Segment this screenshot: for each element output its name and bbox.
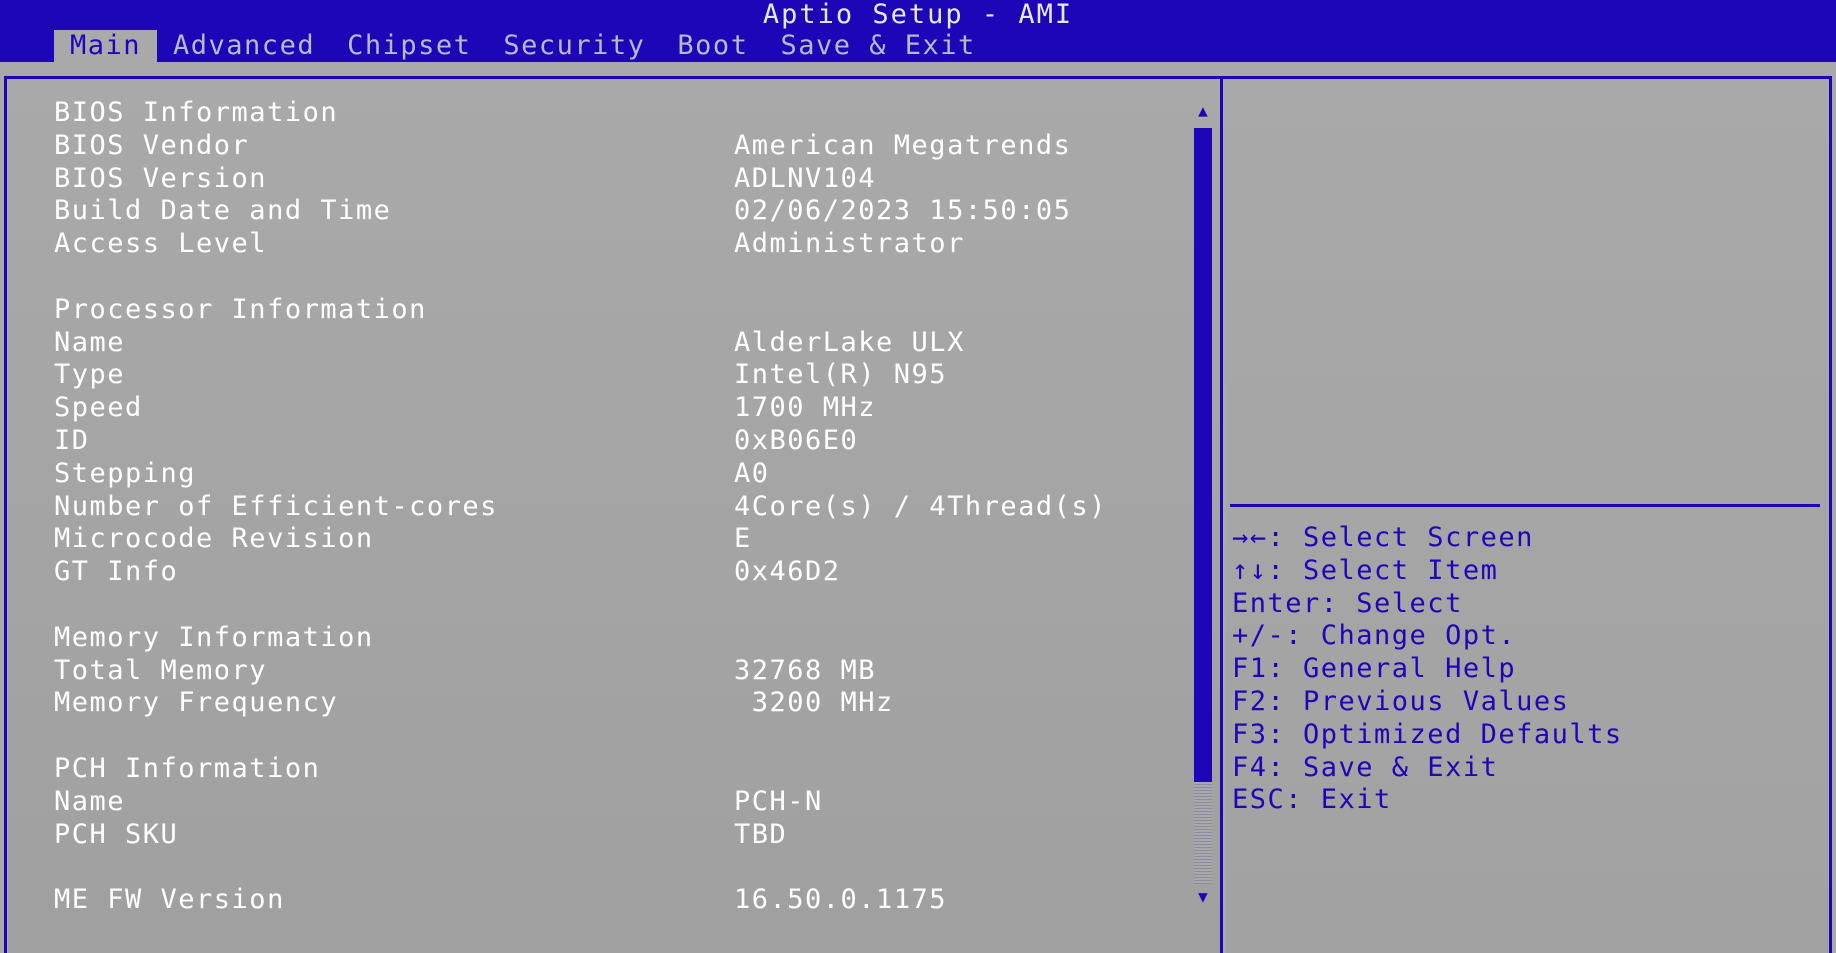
row-label: Name xyxy=(54,326,126,358)
row-value: E xyxy=(734,523,752,555)
row-value: ADLNV104 xyxy=(734,162,877,194)
row-label: PCH SKU xyxy=(54,818,179,850)
row-label: PCH Information xyxy=(54,752,321,784)
help-select-screen: →←: Select Screen xyxy=(1232,522,1534,553)
tab-bar: Main Advanced Chipset Security Boot Save… xyxy=(54,30,992,62)
frame-left xyxy=(4,76,7,953)
row-label: GT Info xyxy=(54,556,179,588)
row-label: Memory Information xyxy=(54,621,374,653)
help-change-opt: +/-: Change Opt. xyxy=(1232,620,1517,652)
help-f1: F1: General Help xyxy=(1232,653,1517,685)
tab-chipset[interactable]: Chipset xyxy=(331,30,487,62)
tab-boot[interactable]: Boot xyxy=(661,30,764,62)
tab-main[interactable]: Main xyxy=(54,30,158,62)
row-label: Speed xyxy=(54,392,143,424)
help-divider xyxy=(1230,504,1820,507)
row-value: 0xB06E0 xyxy=(734,424,859,456)
row-label: Type xyxy=(54,359,126,391)
row-value: A0 xyxy=(734,457,770,489)
scroll-up-icon[interactable]: ▲ xyxy=(1192,102,1214,120)
help-f4: F4: Save & Exit xyxy=(1232,751,1499,783)
help-esc: ESC: Exit xyxy=(1232,784,1392,816)
row-value: 4Core(s) / 4Thread(s) xyxy=(734,490,1107,522)
scroll-down-icon[interactable]: ▼ xyxy=(1192,888,1214,906)
row-label: Build Date and Time xyxy=(54,195,392,227)
frame-divider xyxy=(1220,76,1223,953)
row-value: Intel(R) N95 xyxy=(734,359,948,391)
row-label: BIOS Vendor xyxy=(54,129,250,161)
row-label: Number of Efficient-cores xyxy=(54,490,498,522)
row-label: Access Level xyxy=(54,228,268,260)
frame-top xyxy=(4,76,1832,79)
bios-screen: Aptio Setup - AMI Main Advanced Chipset … xyxy=(0,0,1836,953)
row-label: Processor Information xyxy=(54,293,427,325)
tab-security[interactable]: Security xyxy=(487,30,661,62)
row-value: 02/06/2023 15:50:05 xyxy=(734,195,1072,227)
row-value: TBD xyxy=(734,818,788,850)
help-select-item: ↑↓: Select Item xyxy=(1232,554,1499,586)
row-label: ME FW Version xyxy=(54,884,285,916)
row-label: Total Memory xyxy=(54,654,268,686)
help-f3: F3: Optimized Defaults xyxy=(1232,718,1623,750)
row-label: BIOS Version xyxy=(54,162,268,194)
row-value: PCH-N xyxy=(734,785,823,817)
help-panel xyxy=(1226,80,1828,953)
row-value: 16.50.0.1175 xyxy=(734,884,948,916)
frame-right xyxy=(1829,76,1832,953)
header-bar: Aptio Setup - AMI Main Advanced Chipset … xyxy=(0,0,1836,62)
row-label: Stepping xyxy=(54,457,197,489)
row-label: BIOS Information xyxy=(54,97,339,128)
row-label: ID xyxy=(54,424,90,456)
help-enter: Enter: Select xyxy=(1232,587,1463,619)
tab-save-exit[interactable]: Save & Exit xyxy=(764,30,991,62)
tab-advanced[interactable]: Advanced xyxy=(157,30,331,62)
page-title: Aptio Setup - AMI xyxy=(762,0,1074,30)
row-label: Memory Frequency xyxy=(54,687,339,719)
row-value: 3200 MHz xyxy=(734,687,894,719)
row-label: Microcode Revision xyxy=(54,523,374,555)
row-value: Administrator xyxy=(734,228,965,260)
row-value: 32768 MB xyxy=(734,654,877,686)
row-label: Name xyxy=(54,785,126,817)
row-value: AlderLake ULX xyxy=(734,326,965,358)
key-help-list: →←: Select Screen ↑↓: Select Item Enter:… xyxy=(1232,522,1623,817)
row-value: 1700 MHz xyxy=(734,392,877,424)
row-value: 0x46D2 xyxy=(734,556,841,588)
help-f2: F2: Previous Values xyxy=(1232,685,1570,717)
row-value: American Megatrends xyxy=(734,129,1072,161)
scrollbar-thumb[interactable] xyxy=(1194,128,1212,782)
